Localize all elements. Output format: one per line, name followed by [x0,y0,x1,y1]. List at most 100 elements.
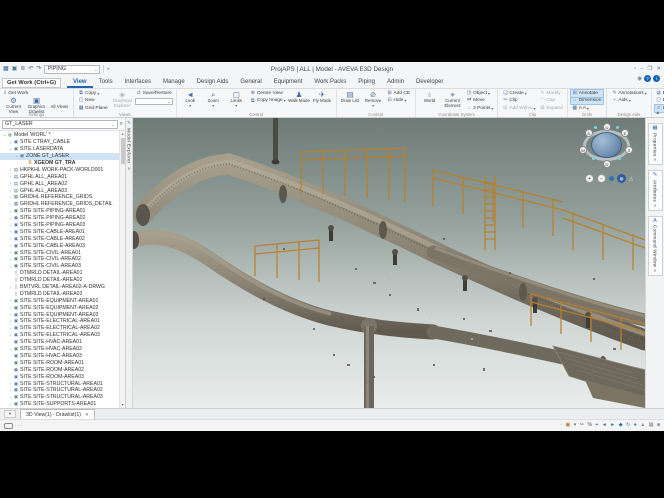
ribbon-tab[interactable]: Interfaces [119,77,157,88]
compass-sphere[interactable] [591,132,622,158]
3d-viewport[interactable]: UNEWSD +−·◍△ [133,118,645,408]
quick-access-icon[interactable]: ▦ [3,66,9,72]
info-button[interactable]: i [653,75,660,82]
close-icon[interactable]: ✕ [653,268,656,273]
ribbon-small-button[interactable]: ▢ New [77,98,110,105]
quick-access-more-button[interactable]: ▸ [107,66,110,72]
tree-item[interactable]: ▣ SITE SITE-HVAC-AREA03 [0,353,119,360]
compass-direction-button[interactable]: U [603,123,611,131]
tree-item[interactable]: ▣ SITE SITE-ROOM-AREA01 [0,359,119,366]
status-icon[interactable]: ▲ [640,423,645,428]
ribbon-small-button[interactable]: ⊠ Expand [538,105,563,112]
tree-item[interactable]: › ▣ SITE SITE-HVAC-AREA02 [0,346,119,353]
tree-item[interactable]: › ▦ GRIDHL REFERENCE_GRIDS_DETAIL [0,201,119,208]
tree-item[interactable]: › ▤ HKPKHL WORK-PACK-WORLD001 [0,166,119,173]
ribbon-small-button[interactable]: ∴ 3 Points ▾ [465,105,494,112]
ribbon-big-button[interactable]: ✈ Fly Mode [311,90,334,104]
status-icon[interactable]: ▤ [649,423,654,428]
tree-item[interactable]: › ▣ SITE SITE-PIPING-AREA03 [0,222,119,229]
tree-item[interactable]: › ▣ SITE SITE-STRUCTURAL-AREA02 [0,387,119,394]
quick-access-icon[interactable]: ▣ [12,66,18,72]
ribbon-tab[interactable]: General [234,77,267,88]
viewport-control-button[interactable]: − [597,174,606,183]
ribbon-big-button[interactable]: ⌕ Zoom ▾ [202,90,225,108]
tree-scrollbar[interactable]: ▲ ▼ [119,131,125,408]
status-icon[interactable]: ↻ [626,423,630,428]
tree-item[interactable]: ▣ SITE SITE-ROOM-AREA02 [0,366,119,373]
active-view-tab[interactable]: 3D View(1) - Drawlist(1) ✕ [20,409,95,419]
ribbon-tab[interactable]: Admin [381,77,410,88]
tree-item[interactable]: › ▣ SITE SITE-PIPING-AREA01 [0,208,119,215]
tree-item[interactable]: › ▣ SITE SITE-ELECTRICAL-AREA01 [0,318,119,325]
discipline-combo[interactable]: PIPING ⌄ [44,65,100,74]
compass-dot[interactable] [594,126,597,129]
ribbon-small-button[interactable]: ⊕ Centre View [249,90,287,97]
tree-item[interactable]: › ▣ SITE SITE-EQUIPMENT-AREA03 [0,311,119,318]
tree-item[interactable]: ▯ DTMRLD DETAIL-AREA01 [0,270,119,277]
compass-direction-button[interactable]: S [625,146,633,154]
tree-item[interactable]: › ▣ SITE SITE-CIVIL-AREA03 [0,263,119,270]
tree-item[interactable]: › ▣ SITE SITE-CABLE-AREA02 [0,235,119,242]
ribbon-small-button[interactable]: ▦ Grid Plane [77,105,110,112]
status-icon[interactable]: ► [610,423,615,428]
tree-item[interactable]: ▯ DTMRLD DETAIL-AREA02 [0,277,119,284]
ribbon-small-button[interactable]: ◍ Bubble ▾ [655,90,664,97]
compass-dot[interactable] [592,157,595,160]
tree-item[interactable]: ▣ SITE SITE-HVAC-AREA01 [0,339,119,346]
window-control-button[interactable]: − [640,66,643,72]
model-explorer-vertical-tab[interactable]: Model Explorer [127,128,132,164]
ribbon-small-button[interactable]: ◠ Cap [538,98,563,105]
status-icon[interactable]: ● [634,423,637,428]
ribbon-small-button[interactable]: ◳ Object ▾ [465,90,494,97]
compass-direction-button[interactable]: D [603,160,611,168]
status-icon[interactable]: ■ [657,423,660,428]
tree-item[interactable]: ≣ XGEOM GT_TRA [0,160,119,167]
tree-item[interactable]: › ▯ BMTVRL DETAIL-AREA02-A-DRWG [0,284,119,291]
close-icon[interactable]: ✕ [127,166,130,171]
right-panel-vertical-tab[interactable]: A Command Window ✕ [648,216,663,277]
status-icon[interactable]: ▫ [560,423,562,428]
ribbon-small-button[interactable]: ⊞ Add Within ▾ [501,105,536,112]
ribbon-tab[interactable]: View [67,77,93,88]
ribbon-big-button[interactable]: ♁ World [418,90,441,108]
ribbon-big-button[interactable]: ♟ Walk Mode [288,90,311,104]
tree-item[interactable]: › ▦ GRIDHL REFERENCE_GRIDS [0,194,119,201]
settings-diamond-icon[interactable]: ◆ [637,75,642,82]
close-icon[interactable]: ✕ [85,412,89,418]
tree-item[interactable]: › ▣ SITE SITE-SUPPORTS-AREA01 [0,401,119,408]
scrollbar-thumb[interactable] [121,138,125,164]
view-tab-dropdown-button[interactable]: ▾ [4,410,16,418]
right-panel-vertical-tab[interactable]: ▦ Properties ✕ [648,123,663,165]
help-button[interactable]: ? [644,75,651,82]
ribbon-small-button[interactable]: ✎ Annotations ▾ [610,90,647,97]
ribbon-tab[interactable]: Equipment [268,77,309,88]
status-icon[interactable]: ◆ [619,423,623,428]
viewport-control-button[interactable]: ◍ [617,174,626,183]
window-control-button[interactable]: ✕ [656,66,661,72]
status-icon[interactable]: ◄ [602,423,607,428]
status-icon[interactable]: % [588,423,592,428]
ribbon-small-button[interactable]: ⊟ Hide ▾ [386,98,413,105]
compass-dot[interactable] [618,157,621,160]
tree-item[interactable]: › ▣ SITE SITE-CABLE-AREA01 [0,228,119,235]
tree-item[interactable]: ⌄ ▣ SITE LASERDATA [0,146,119,153]
ribbon-tab[interactable]: Design Aids [191,77,235,88]
quick-access-icon[interactable]: ↷ [36,66,41,72]
tree-item[interactable]: ⌄ ▣ ZONE GT_LASER [0,153,119,160]
save-restore-combo[interactable]: ⌄ [135,98,173,105]
status-icon[interactable]: ✂ [580,423,584,428]
close-icon[interactable]: ✕ [653,157,656,162]
tree-item[interactable]: ⌄ ◍ Model 'WORL' * [0,132,119,139]
right-panel-vertical-tab[interactable]: ✎ Attributes ✕ [648,170,663,211]
ribbon-tab[interactable]: Piping [352,77,381,88]
dock-tool-icon[interactable]: ✎ [127,120,131,126]
compass-direction-button[interactable]: N [585,129,593,137]
ribbon-small-button[interactable]: ⇄ Move [465,98,494,105]
tree-item[interactable]: › ▣ SITE SITE-CIVIL-AREA01 [0,249,119,256]
scroll-down-icon[interactable]: ▼ [121,403,124,407]
tree-item[interactable]: › ▣ SITE SITE-EQUIPMENT-AREA02 [0,304,119,311]
status-icon[interactable]: ▣ [566,423,571,428]
tree-item[interactable]: › ▣ SITE SITE-STRUCTURAL-AREA01 [0,380,119,387]
save-restore-button[interactable]: ↺ Save/Restore [135,90,173,97]
window-control-button[interactable]: ▫ [634,66,636,72]
